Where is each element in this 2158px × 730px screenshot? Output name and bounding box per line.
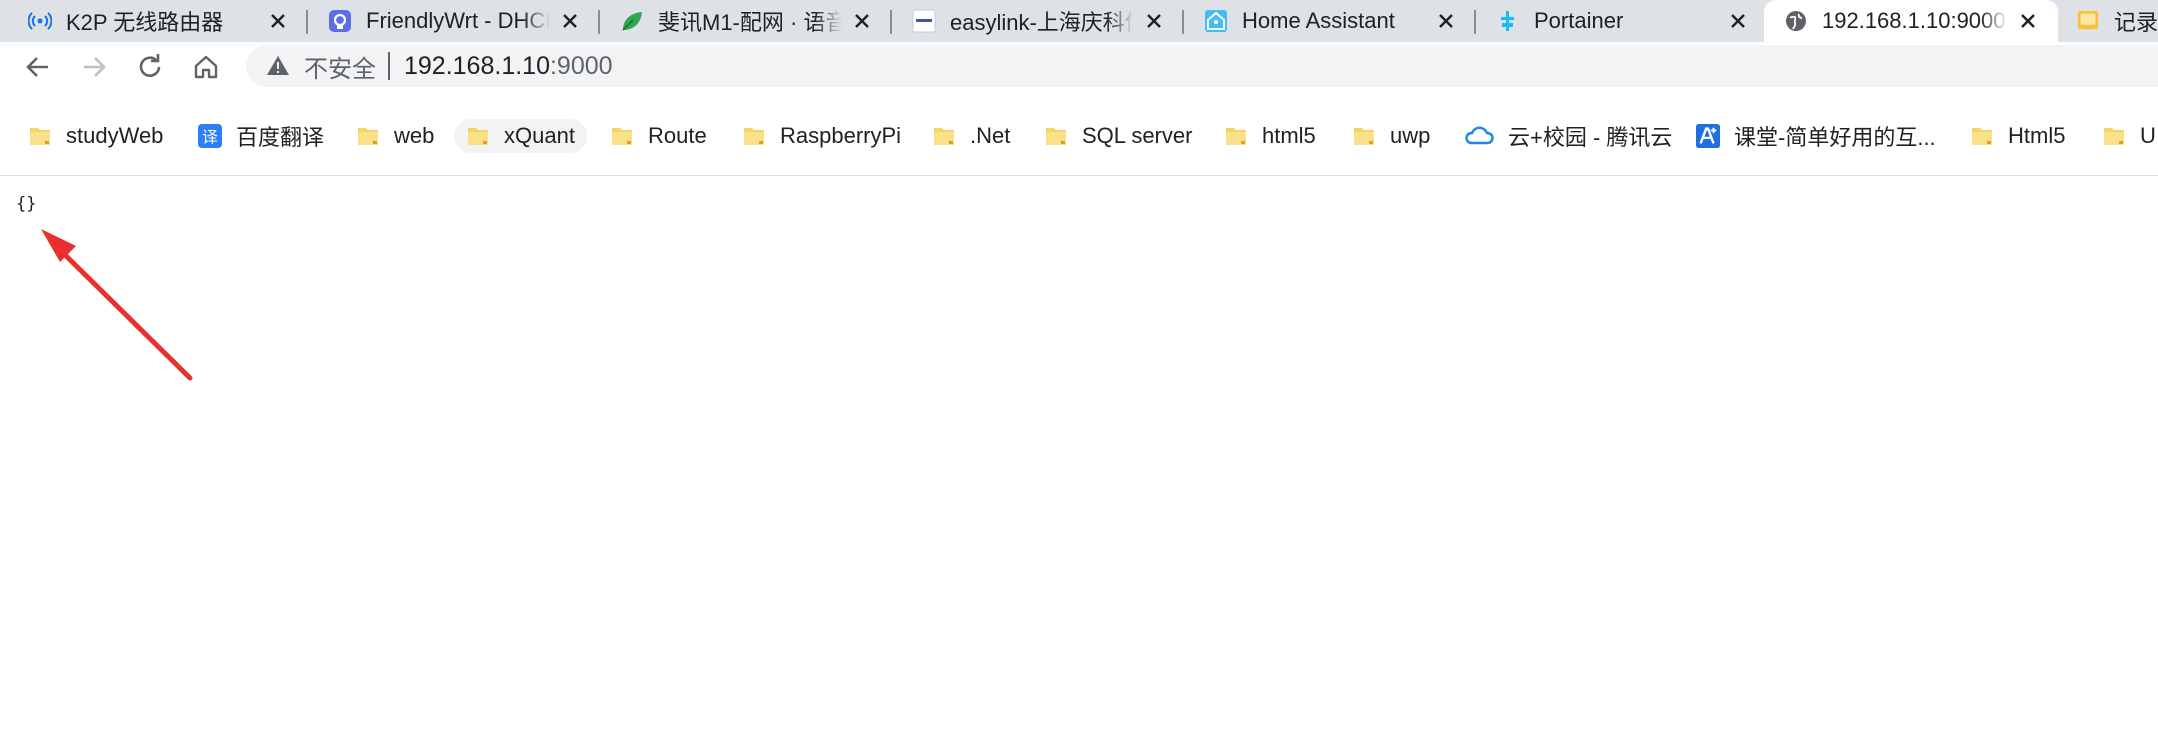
- annotation-arrow-icon: [41, 229, 193, 381]
- browser-window: K2P 无线路由器 FriendlyWrt - DHCP 斐讯M1-配网 · 语…: [0, 0, 2158, 730]
